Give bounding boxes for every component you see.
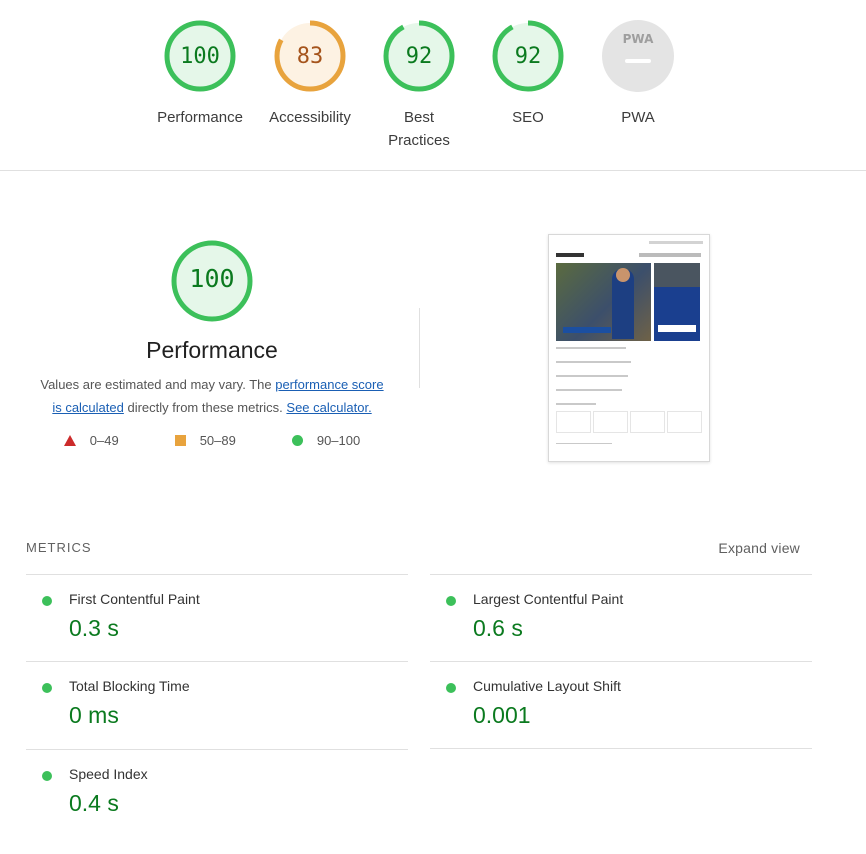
thumb-brand-tile xyxy=(593,411,628,433)
gauge-label: PWA xyxy=(621,109,655,126)
legend-average: 50–89 xyxy=(174,433,236,448)
gauge-score: 92 xyxy=(514,44,542,69)
thumb-brand-tile xyxy=(667,411,702,433)
performance-description: Values are estimated and may vary. The p… xyxy=(26,373,398,419)
pwa-badge-icon xyxy=(602,20,674,92)
pass-icon xyxy=(42,683,52,693)
gauge-label: SEO xyxy=(512,109,544,126)
thumb-text-line xyxy=(556,375,628,377)
metric-first-contentful-paint[interactable]: First Contentful Paint 0.3 s xyxy=(26,574,408,661)
thumb-text-line xyxy=(556,347,626,349)
gauge-performance[interactable]: 100 Performance xyxy=(145,18,255,129)
triangle-icon xyxy=(63,435,76,446)
see-calculator-link[interactable]: See calculator. xyxy=(286,400,371,415)
metric-value: 0.6 s xyxy=(473,615,523,641)
performance-title: Performance xyxy=(146,337,278,363)
metrics-header: METRICS Expand view xyxy=(26,540,800,556)
thumb-panel-image xyxy=(654,263,700,287)
metrics-title: METRICS xyxy=(26,540,92,555)
performance-summary: 100 Performance Values are estimated and… xyxy=(26,238,398,448)
description-text: Values are estimated and may vary. The xyxy=(40,377,276,392)
gauge-score: 92 xyxy=(405,44,433,69)
metric-value: 0.4 s xyxy=(69,790,119,816)
square-icon xyxy=(174,435,186,446)
metric-value: 0.3 s xyxy=(69,615,119,641)
gauge-label: Best Practices xyxy=(388,109,450,149)
thumb-text-line xyxy=(556,361,631,363)
metric-name: Largest Contentful Paint xyxy=(473,591,624,607)
thumb-panel-button xyxy=(658,325,696,332)
thumb-text-line xyxy=(556,403,596,405)
metric-value: 0 ms xyxy=(69,702,119,728)
pass-icon xyxy=(42,771,52,781)
metric-name: Speed Index xyxy=(69,766,148,782)
metric-largest-contentful-paint[interactable]: Largest Contentful Paint 0.6 s xyxy=(430,574,812,661)
gauge-accessibility[interactable]: 83 Accessibility xyxy=(255,18,365,129)
summary-divider xyxy=(419,308,420,388)
gauge-label: Performance xyxy=(157,109,243,126)
legend-fail: 0–49 xyxy=(63,433,119,448)
performance-score: 100 xyxy=(189,264,235,293)
thumb-person-head xyxy=(616,268,630,282)
pass-icon xyxy=(446,596,456,606)
metric-name: First Contentful Paint xyxy=(69,591,200,607)
metric-name: Total Blocking Time xyxy=(69,678,190,694)
gauge-score: 100 xyxy=(180,44,220,69)
pwa-badge-text: PWA xyxy=(622,32,654,46)
gauge-pwa[interactable]: PWA PWA xyxy=(583,18,693,129)
legend-pass: 90–100 xyxy=(291,433,361,448)
circle-icon xyxy=(291,435,303,446)
metric-speed-index[interactable]: Speed Index 0.4 s xyxy=(26,749,408,836)
gauge-best-practices[interactable]: 92 Best Practices xyxy=(364,18,474,152)
thumb-nav xyxy=(639,253,701,257)
header-divider xyxy=(0,170,866,171)
legend-range: 0–49 xyxy=(89,433,119,448)
thumb-logo xyxy=(556,253,584,257)
thumb-topbar xyxy=(649,241,703,244)
gauge-seo[interactable]: 92 SEO xyxy=(473,18,583,129)
description-text: directly from these metrics. xyxy=(123,400,287,415)
category-gauges: 100 Performance 83 Accessibility 92 Best… xyxy=(0,18,866,168)
performance-gauge: 100 xyxy=(169,238,255,324)
gauge-score: 83 xyxy=(296,44,324,69)
score-legend: 0–49 50–89 90–100 xyxy=(26,433,398,448)
thumb-brand-tile xyxy=(630,411,665,433)
thumb-text-line xyxy=(556,389,622,391)
metric-row-divider xyxy=(430,748,812,750)
pass-icon xyxy=(42,596,52,606)
legend-range: 50–89 xyxy=(199,433,236,448)
metric-cumulative-layout-shift[interactable]: Cumulative Layout Shift 0.001 xyxy=(430,661,812,748)
metric-name: Cumulative Layout Shift xyxy=(473,678,621,694)
final-screenshot-thumbnail[interactable] xyxy=(548,234,710,462)
metric-total-blocking-time[interactable]: Total Blocking Time 0 ms xyxy=(26,661,408,748)
thumb-side-panel xyxy=(654,263,700,341)
is-calculated-link[interactable]: is calculated xyxy=(52,400,124,415)
pass-icon xyxy=(446,683,456,693)
thumb-cta xyxy=(563,327,611,333)
gauge-label: Accessibility xyxy=(269,109,351,126)
legend-range: 90–100 xyxy=(316,433,361,448)
thumb-brand-tile xyxy=(556,411,591,433)
expand-view-toggle[interactable]: Expand view xyxy=(718,540,800,556)
metric-value: 0.001 xyxy=(473,702,531,728)
performance-score-link[interactable]: performance score xyxy=(275,377,383,392)
thumb-text-line xyxy=(556,443,612,444)
